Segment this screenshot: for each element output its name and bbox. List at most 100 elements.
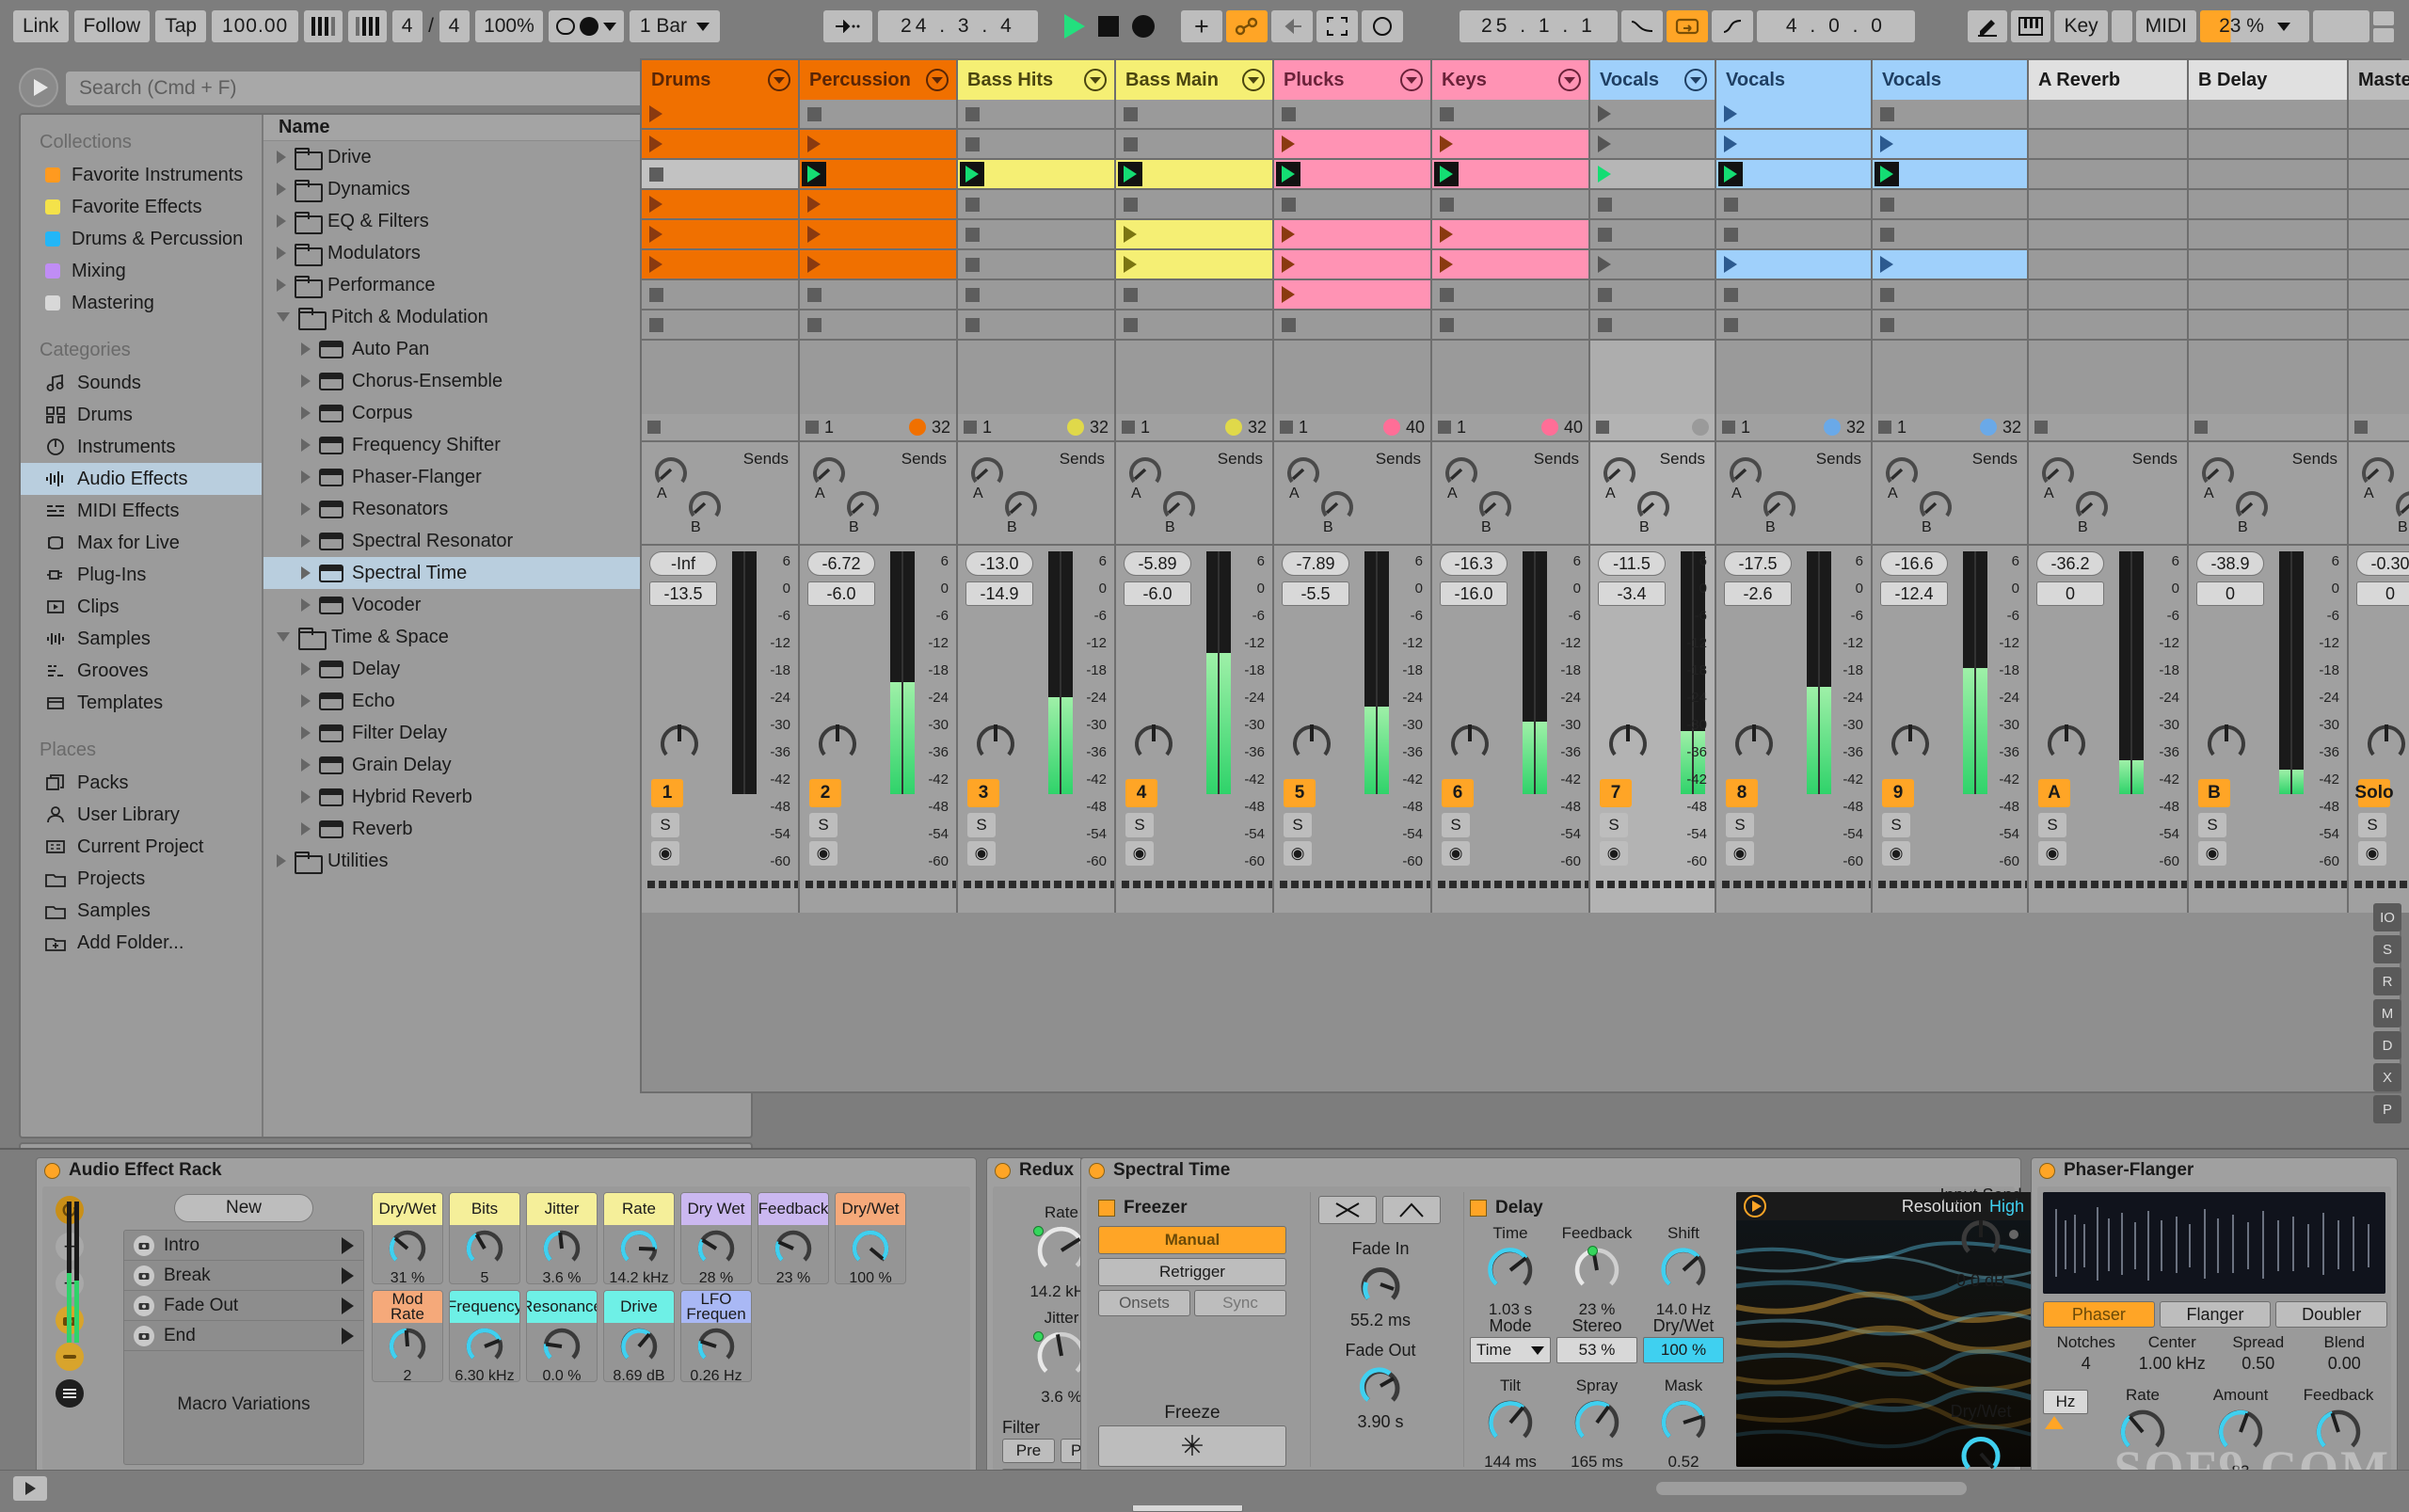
clip-slot[interactable] (800, 190, 956, 220)
arrangement-record-icon[interactable] (823, 10, 872, 42)
track-header-5[interactable]: Keys (1432, 60, 1590, 100)
volume-display[interactable]: -6.72 (807, 551, 875, 576)
track-header-11[interactable]: Master (2349, 60, 2409, 100)
collection-item-favorite-effects[interactable]: Favorite Effects (21, 191, 262, 223)
disclosure-triangle-icon[interactable] (301, 694, 311, 708)
launch-clip-button[interactable] (1592, 102, 1617, 126)
volume-display[interactable]: -16.6 (1880, 551, 1948, 576)
volume-display[interactable]: -38.9 (2196, 551, 2264, 576)
track-fold-icon[interactable] (1242, 69, 1265, 91)
clip-slot[interactable] (1432, 100, 1588, 130)
track-activator[interactable]: 8 (1726, 779, 1758, 807)
track-stop-icon[interactable] (1722, 421, 1735, 434)
arm-record-button[interactable]: ◉ (2198, 841, 2226, 866)
launch-clip-button[interactable] (1718, 252, 1743, 277)
macro-control-11[interactable]: Drive8.69 dB (603, 1290, 675, 1382)
clip-slot[interactable] (1432, 160, 1588, 190)
stop-all-button[interactable] (960, 312, 984, 337)
horizontal-scrollbar[interactable] (1656, 1482, 1967, 1495)
time-signature-numerator[interactable]: 4 (392, 10, 423, 42)
solo-button[interactable]: S (2198, 813, 2226, 837)
macro-control-10[interactable]: Resonance0.0 % (526, 1290, 598, 1382)
solo-button[interactable]: S (651, 813, 679, 837)
disclosure-triangle-icon[interactable] (301, 342, 311, 356)
clip-slot[interactable] (1873, 220, 2027, 250)
param-value[interactable]: 0.50 (2215, 1354, 2302, 1374)
clip-slot[interactable] (958, 250, 1114, 280)
launch-clip-button[interactable] (1276, 252, 1300, 277)
track-stop-row[interactable] (1432, 310, 1588, 341)
stop-clip-button[interactable] (1718, 282, 1743, 307)
link-button[interactable]: Link (13, 10, 69, 42)
clip-slot[interactable] (1116, 160, 1272, 190)
clip-slot[interactable] (1590, 190, 1715, 220)
send-b-knob[interactable] (999, 482, 1043, 531)
stop-button[interactable] (1098, 16, 1119, 37)
spectrogram-play-icon[interactable] (1744, 1195, 1766, 1218)
device-title-bar[interactable]: Audio Effect Rack (37, 1158, 976, 1183)
pan-display[interactable]: -2.6 (1724, 581, 1792, 606)
place-item-packs[interactable]: Packs (21, 767, 262, 799)
disclosure-triangle-icon[interactable] (277, 215, 286, 228)
tap-tempo-button[interactable]: Tap (155, 10, 206, 42)
clip-slot[interactable] (1716, 280, 1871, 310)
macro-knob[interactable] (541, 1228, 582, 1269)
stop-clip-button[interactable] (1875, 192, 1899, 216)
collection-item-mixing[interactable]: Mixing (21, 255, 262, 287)
launch-clip-button[interactable] (802, 222, 826, 247)
clip-slot[interactable] (1274, 250, 1430, 280)
send-b-knob[interactable] (2230, 482, 2273, 531)
track-stop-row[interactable] (642, 310, 798, 341)
clip-slot[interactable] (642, 220, 798, 250)
clip-slot[interactable] (2189, 250, 2347, 280)
stop-clip-button[interactable] (1434, 102, 1459, 126)
playing-clip-button[interactable] (1875, 162, 1899, 186)
track-stop-row[interactable] (1590, 310, 1715, 341)
clip-slot[interactable] (1873, 280, 2027, 310)
disclosure-triangle-icon[interactable] (277, 183, 286, 196)
stop-clip-button[interactable] (1118, 102, 1142, 126)
clip-slot[interactable] (958, 190, 1114, 220)
clip-slot[interactable] (800, 100, 956, 130)
filter-pre-button[interactable]: Pre (1002, 1439, 1055, 1463)
device-title-bar[interactable]: Phaser-Flanger (2032, 1158, 2397, 1183)
sidebar-item-max-for-live[interactable]: Max for Live (21, 527, 262, 559)
crossfade-assign-row[interactable] (1590, 877, 1715, 892)
place-item-user-library[interactable]: User Library (21, 799, 262, 831)
track-activator[interactable]: 6 (1442, 779, 1474, 807)
macro-control-3[interactable]: Jitter3.6 % (526, 1192, 598, 1284)
clip-slot[interactable] (1873, 250, 2027, 280)
crossfade-assign-row[interactable] (958, 877, 1114, 892)
io-toggle[interactable]: IO (2373, 903, 2401, 931)
tempo-field[interactable]: 100.00 (212, 10, 298, 42)
sends-toggle[interactable]: S (2373, 935, 2401, 963)
launch-clip-button[interactable] (1276, 282, 1300, 307)
arm-record-button[interactable]: ◉ (2358, 841, 2386, 866)
clip-slot[interactable] (2189, 100, 2347, 130)
launch-clip-button[interactable] (644, 132, 668, 156)
variation-play-icon[interactable] (342, 1267, 354, 1284)
stop-clip-button[interactable] (1118, 132, 1142, 156)
key-map-button[interactable]: Key (2054, 10, 2107, 42)
track-header-0[interactable]: Drums (642, 60, 800, 100)
track-activator[interactable]: 2 (809, 779, 841, 807)
macro-knob[interactable] (618, 1228, 660, 1269)
param-knob[interactable] (1486, 1246, 1535, 1300)
track-stop-icon[interactable] (1438, 421, 1451, 434)
volume-display[interactable]: -17.5 (1724, 551, 1792, 576)
clip-slot[interactable] (1116, 220, 1272, 250)
clip-slot[interactable] (1432, 280, 1588, 310)
clip-slot[interactable] (1873, 130, 2027, 160)
launch-clip-button[interactable] (802, 192, 826, 216)
param-value[interactable]: 4 (2043, 1354, 2130, 1374)
send-b-knob[interactable] (2070, 482, 2114, 531)
disclosure-triangle-icon[interactable] (301, 534, 311, 548)
macro-variation-break[interactable]: Break (124, 1261, 363, 1291)
launch-clip-button[interactable] (802, 132, 826, 156)
volume-display[interactable]: -7.89 (1282, 551, 1349, 576)
input-send-knob[interactable] (1956, 1213, 2005, 1267)
arm-record-button[interactable]: ◉ (1442, 841, 1470, 866)
param-knob[interactable] (1659, 1246, 1708, 1300)
macro-knob[interactable] (618, 1326, 660, 1367)
punch-out-icon[interactable] (1712, 10, 1753, 42)
